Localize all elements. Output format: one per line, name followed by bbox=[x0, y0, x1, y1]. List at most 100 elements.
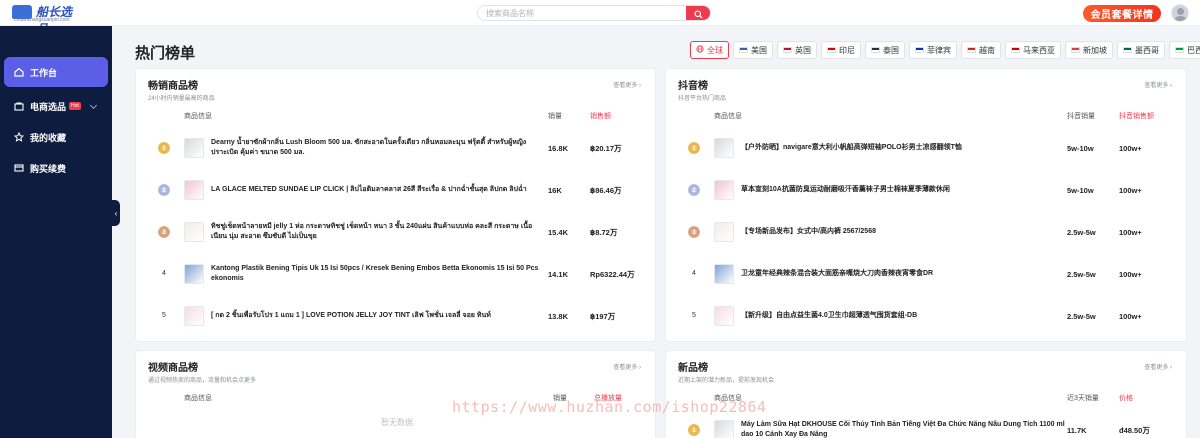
revenue-value: ฿86.46万 bbox=[590, 185, 622, 195]
search-icon bbox=[693, 9, 703, 19]
sidebar-item-purchase[interactable]: 购买续费 bbox=[4, 154, 108, 182]
product-name[interactable]: 卫龙童年经典辣条混合装大面筋亲嘴烧大刀肉香辣夜宵零食DR bbox=[741, 262, 1071, 286]
revenue-value: 100w+ bbox=[1119, 185, 1142, 195]
empty-state: 暂无数据 bbox=[381, 418, 413, 427]
rank-medal-icon: 1 bbox=[158, 142, 170, 154]
product-name[interactable]: 【专场新品发布】女式中/高内裤 2567/2568 bbox=[741, 220, 1071, 244]
region-tab[interactable]: 泰国 bbox=[865, 41, 905, 59]
search-button[interactable] bbox=[686, 6, 710, 20]
sales-value: 11.7K bbox=[1067, 425, 1087, 435]
region-tab[interactable]: 越南 bbox=[961, 41, 1001, 59]
table-row[interactable]: 5 【新升级】自由点益生菌4.0卫生巾超薄透气囤货套组-DB 2.5w-5w 100w… bbox=[666, 295, 1186, 337]
region-tab[interactable]: 新加坡 bbox=[1065, 41, 1113, 59]
revenue-value: ฿20.17万 bbox=[590, 143, 622, 153]
sales-value: 16.8K bbox=[548, 143, 569, 153]
table-row[interactable]: 1 【户外防晒】navigare意大利小帆船高弹短袖POLO衫男士凉感翻领T恤 5w… bbox=[666, 127, 1186, 169]
region-tab[interactable]: 马来西亚 bbox=[1005, 41, 1061, 59]
table-row[interactable]: 1 Máy Làm Sữa Hạt DKHOUSE Cối Thủy Tinh B… bbox=[666, 409, 1186, 438]
table-row[interactable]: 2 草本宣刻10A抗菌防臭运动耐磨吸汗香薰袜子男士棉袜夏季薄款休闲 5w-10w 10… bbox=[666, 169, 1186, 211]
product-name[interactable]: [ กด 2 ชิ้นเพื่อรับโปร 1 แถม 1 ] LOVE PO… bbox=[211, 304, 541, 328]
product-name[interactable]: 草本宣刻10A抗菌防臭运动耐磨吸汗香薰袜子男士棉袜夏季薄款休闲 bbox=[741, 178, 1071, 202]
table-row[interactable]: 3 ทิชชู่เช็ดหน้าลายหมี jelly 1 ห่อ กระดาษ… bbox=[136, 211, 655, 253]
table-row[interactable]: 4 Kantong Plastik Bening Tipis Uk 15 Isi … bbox=[136, 253, 655, 295]
flag-icon bbox=[783, 47, 792, 53]
region-label: 越南 bbox=[979, 45, 995, 55]
product-thumbnail[interactable] bbox=[714, 138, 734, 158]
rank-number: 4 bbox=[692, 270, 696, 277]
sidebar-item-favorites[interactable]: 我的收藏 bbox=[4, 123, 108, 151]
product-thumbnail[interactable] bbox=[184, 180, 204, 200]
region-label: 英国 bbox=[795, 45, 811, 55]
sidebar-item-label: 我的收藏 bbox=[30, 132, 67, 143]
product-thumbnail[interactable] bbox=[714, 180, 734, 200]
sales-value: 14.1K bbox=[548, 269, 569, 279]
view-more-link[interactable]: 查看更多 › bbox=[1144, 362, 1172, 371]
product-name[interactable]: 【户外防晒】navigare意大利小帆船高弹短袖POLO衫男士凉感翻领T恤 bbox=[741, 136, 1071, 160]
product-name[interactable]: 【新升级】自由点益生菌4.0卫生巾超薄透气囤货套组-DB bbox=[741, 304, 1071, 328]
region-label: 菲律宾 bbox=[927, 45, 951, 55]
product-thumbnail[interactable] bbox=[184, 222, 204, 242]
home-icon bbox=[14, 67, 24, 77]
chevron-left-icon: ‹ bbox=[114, 208, 118, 218]
region-tab[interactable]: 墨西哥 bbox=[1117, 41, 1165, 59]
product-name[interactable]: Máy Làm Sữa Hạt DKHOUSE Cối Thủy Tinh Bả… bbox=[741, 418, 1071, 438]
region-tab[interactable]: 印尼 bbox=[821, 41, 861, 59]
product-name[interactable]: Dearny น้ำยาซักผ้ากลิ่น Lush Bloom 500 ม… bbox=[211, 136, 541, 160]
table-row[interactable]: 2 LA GLACE MELTED SUNDAE LIP CLICK | ลิปไ… bbox=[136, 169, 655, 211]
panel-subtitle: 抖音平台热门商品 bbox=[678, 96, 727, 102]
bestseller-panel: 畅销商品榜 24小时内销量最高的商品 查看更多 › 商品信息 销量 销售额 1 D… bbox=[135, 68, 656, 342]
product-thumbnail[interactable] bbox=[714, 420, 734, 438]
sales-value: 15.4K bbox=[548, 227, 569, 237]
region-label: 泰国 bbox=[883, 45, 899, 55]
region-tab[interactable]: 美国 bbox=[733, 41, 773, 59]
product-thumbnail[interactable] bbox=[184, 138, 204, 158]
product-thumbnail[interactable] bbox=[184, 306, 204, 326]
vip-plans-button[interactable]: 会员套餐详情 bbox=[1083, 5, 1161, 22]
logo-subtext: chuanzhangxuanpin.com bbox=[14, 17, 70, 23]
flag-icon bbox=[1123, 47, 1132, 53]
rank-medal-icon: 1 bbox=[688, 424, 700, 436]
table-row[interactable]: 3 【专场新品发布】女式中/高内裤 2567/2568 2.5w-5w 100w+ bbox=[666, 211, 1186, 253]
top-bar: 船长选品 chuanzhangxuanpin.com 会员套餐详情 bbox=[0, 0, 1200, 36]
region-tab[interactable]: 英国 bbox=[777, 41, 817, 59]
table-row[interactable]: 5 [ กด 2 ชิ้นเพื่อรับโปร 1 แถม 1 ] LOVE P… bbox=[136, 295, 655, 337]
product-name[interactable]: Kantong Plastik Bening Tipis Uk 15 Isi 5… bbox=[211, 262, 541, 286]
product-thumbnail[interactable] bbox=[714, 306, 734, 326]
region-label: 美国 bbox=[751, 45, 767, 55]
panel-title: 视频商品榜 bbox=[148, 363, 198, 374]
table-row[interactable]: 4 卫龙童年经典辣条混合装大面筋亲嘴烧大刀肉香辣夜宵零食DR 2.5w-5w 100w… bbox=[666, 253, 1186, 295]
region-tab[interactable]: 巴西 bbox=[1169, 41, 1200, 59]
revenue-value: ฿8.72万 bbox=[590, 227, 618, 237]
region-label: 新加坡 bbox=[1083, 45, 1107, 55]
panel-subtitle: 24小时内销量最高的商品 bbox=[148, 96, 215, 102]
view-more-link[interactable]: 查看更多 › bbox=[1144, 80, 1172, 89]
sidebar-item-ecommerce[interactable]: 电商选品 Hot bbox=[4, 92, 108, 120]
sidebar-collapse-button[interactable]: ‹ bbox=[112, 200, 120, 226]
flag-icon bbox=[967, 47, 976, 53]
column-header-sales: 销量 bbox=[548, 113, 562, 120]
logo[interactable]: 船长选品 chuanzhangxuanpin.com bbox=[6, 2, 78, 36]
view-more-link[interactable]: 查看更多 › bbox=[613, 80, 641, 89]
douyin-panel: 抖音榜 抖音平台热门商品 查看更多 › 商品信息 抖音销量 抖音销售额 1 【户外… bbox=[665, 68, 1187, 342]
sidebar-item-workbench[interactable]: 工作台 bbox=[4, 57, 108, 87]
column-header-sales: 近3天销量 bbox=[1067, 395, 1099, 402]
revenue-value: ฿197万 bbox=[590, 311, 616, 321]
globe-icon bbox=[696, 45, 704, 55]
product-thumbnail[interactable] bbox=[184, 264, 204, 284]
avatar[interactable] bbox=[1171, 4, 1189, 22]
search-input[interactable] bbox=[486, 8, 676, 19]
table-row[interactable]: 1 Dearny น้ำยาซักผ้ากลิ่น Lush Bloom 500 … bbox=[136, 127, 655, 169]
region-tab[interactable]: 菲律宾 bbox=[909, 41, 957, 59]
sidebar-item-label: 工作台 bbox=[30, 67, 58, 78]
product-name[interactable]: LA GLACE MELTED SUNDAE LIP CLICK | ลิปไอ… bbox=[211, 178, 541, 202]
region-tabs: 全球 美国 英国 印尼 泰国 菲律宾 越南 马来西亚 新加坡 墨西哥 巴西 bbox=[690, 41, 1200, 59]
product-thumbnail[interactable] bbox=[714, 222, 734, 242]
product-name[interactable]: ทิชชู่เช็ดหน้าลายหมี jelly 1 ห่อ กระดาษท… bbox=[211, 220, 541, 244]
rank-number: 4 bbox=[162, 270, 166, 277]
view-more-link[interactable]: 查看更多 › bbox=[613, 362, 641, 371]
rank-medal-icon: 3 bbox=[158, 226, 170, 238]
product-thumbnail[interactable] bbox=[714, 264, 734, 284]
column-header-info: 商品信息 bbox=[184, 113, 212, 120]
flag-icon bbox=[871, 47, 880, 53]
region-tab[interactable]: 全球 bbox=[690, 41, 729, 59]
